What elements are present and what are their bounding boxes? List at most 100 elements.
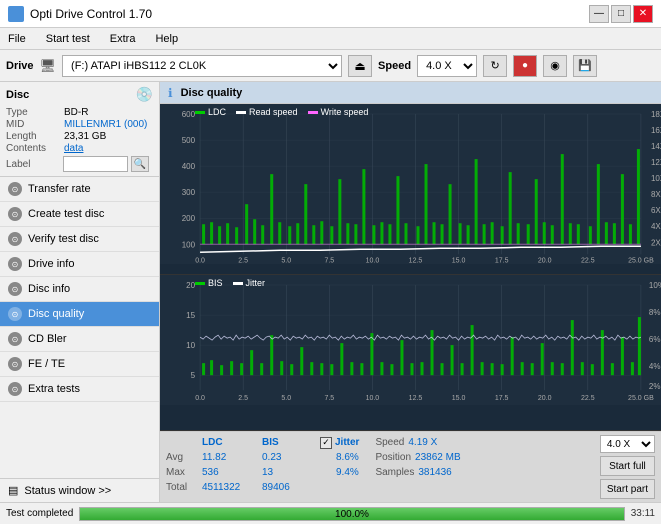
progress-bar-container: Test completed 100.0% 33:11: [0, 502, 661, 524]
title-bar: Opti Drive Control 1.70 — □ ✕: [0, 0, 661, 28]
sidebar-item-label: Disc info: [28, 283, 70, 295]
contents-value[interactable]: data: [64, 143, 83, 154]
max-ldc: 536: [202, 467, 262, 478]
jitter-checkbox[interactable]: ✓: [320, 437, 332, 449]
disc-quality-icon: ⊙: [8, 307, 22, 321]
label-input[interactable]: [63, 156, 128, 172]
svg-text:500: 500: [182, 136, 196, 145]
bis-legend-label: BIS: [208, 278, 223, 288]
drive-select[interactable]: (F:) ATAPI iHBS112 2 CL0K: [62, 55, 342, 77]
bis-svg: 20 15 10 5 10% 8% 6% 4% 2% 0.0 2.5 5.0 7…: [160, 275, 661, 405]
menu-extra[interactable]: Extra: [106, 31, 140, 47]
svg-text:10X: 10X: [651, 174, 661, 183]
drive-label: Drive: [6, 60, 34, 72]
start-part-button[interactable]: Start part: [600, 479, 655, 499]
sidebar-item-label: Transfer rate: [28, 183, 91, 195]
type-value: BD-R: [64, 107, 88, 118]
svg-text:2X: 2X: [651, 238, 661, 247]
svg-text:200: 200: [182, 214, 196, 223]
speed-stat-label: Speed: [375, 437, 404, 448]
svg-text:2.5: 2.5: [238, 395, 248, 402]
mid-value: MILLENMR1 (000): [64, 119, 147, 130]
menu-start-test[interactable]: Start test: [42, 31, 94, 47]
sidebar-item-label: FE / TE: [28, 358, 65, 370]
sidebar-item-disc-quality[interactable]: ⊙ Disc quality: [0, 302, 159, 327]
label-key: Label: [6, 159, 60, 170]
sidebar-item-cd-bler[interactable]: ⊙ CD Bler: [0, 327, 159, 352]
sidebar-item-fe-te[interactable]: ⊙ FE / TE: [0, 352, 159, 377]
svg-text:7.5: 7.5: [324, 257, 334, 264]
maximize-button[interactable]: □: [611, 5, 631, 23]
bis-jitter-chart: BIS Jitter: [160, 275, 661, 431]
svg-text:2.5: 2.5: [238, 257, 248, 264]
svg-text:5: 5: [191, 371, 196, 380]
jitter-legend-color: [233, 282, 243, 285]
sidebar-item-create-test-disc[interactable]: ⊙ Create test disc: [0, 202, 159, 227]
speed-select[interactable]: 4.0 X: [417, 55, 477, 77]
svg-text:600: 600: [182, 110, 196, 119]
disc-info-icon: ⊙: [8, 282, 22, 296]
refresh-button[interactable]: ↻: [483, 55, 507, 77]
save-button[interactable]: 💾: [573, 55, 597, 77]
svg-text:22.5: 22.5: [581, 257, 595, 264]
total-bis: 89406: [262, 482, 312, 493]
menu-file[interactable]: File: [4, 31, 30, 47]
status-window-button[interactable]: ▤ Status window >>: [0, 478, 159, 502]
svg-text:6X: 6X: [651, 206, 661, 215]
sidebar-item-disc-info[interactable]: ⊙ Disc info: [0, 277, 159, 302]
start-full-button[interactable]: Start full: [600, 456, 655, 476]
action-buttons: 4.0 X Start full Start part: [600, 435, 655, 499]
disc-panel-title: Disc: [6, 89, 29, 101]
read-speed-legend-label: Read speed: [249, 107, 298, 117]
chart-header: ℹ Disc quality: [160, 82, 661, 104]
minimize-button[interactable]: —: [589, 5, 609, 23]
svg-text:25.0 GB: 25.0 GB: [628, 395, 654, 402]
app-title: Opti Drive Control 1.70: [30, 7, 152, 21]
position-label: Position: [375, 452, 411, 463]
sidebar-item-transfer-rate[interactable]: ⊙ Transfer rate: [0, 177, 159, 202]
svg-text:14X: 14X: [651, 142, 661, 151]
sidebar-item-label: Disc quality: [28, 308, 84, 320]
transfer-rate-icon: ⊙: [8, 182, 22, 196]
ldc-legend-color: [195, 111, 205, 114]
progress-bar: 100.0%: [79, 507, 624, 521]
sidebar-item-label: Verify test disc: [28, 233, 99, 245]
samples-val: 381436: [418, 467, 451, 478]
stats-ldc-header: LDC: [202, 437, 262, 448]
svg-text:10.0: 10.0: [366, 395, 380, 402]
svg-text:8X: 8X: [651, 190, 661, 199]
write-speed-legend-color: [308, 111, 318, 114]
ldc-chart: LDC Read speed Write speed: [160, 104, 661, 275]
svg-text:7.5: 7.5: [324, 395, 334, 402]
close-button[interactable]: ✕: [633, 5, 653, 23]
menu-help[interactable]: Help: [151, 31, 182, 47]
stats-table: LDC BIS Avg 11.82 0.23 Max 536 13 Total: [166, 435, 312, 495]
verify-test-icon: ⊙: [8, 232, 22, 246]
svg-text:20.0: 20.0: [538, 395, 552, 402]
sidebar-item-extra-tests[interactable]: ⊙ Extra tests: [0, 377, 159, 402]
drive-bar: Drive 🖥 (F:) ATAPI iHBS112 2 CL0K ⏏ Spee…: [0, 50, 661, 82]
jitter-max-val: 9.4%: [336, 467, 359, 478]
sidebar-item-verify-test-disc[interactable]: ⊙ Verify test disc: [0, 227, 159, 252]
nav-list: ⊙ Transfer rate ⊙ Create test disc ⊙ Ver…: [0, 177, 159, 478]
disc-button[interactable]: ◉: [543, 55, 567, 77]
jitter-avg-val: 8.6%: [336, 452, 359, 463]
chart-header-icon: ℹ: [168, 86, 173, 100]
eject-button[interactable]: ⏏: [348, 55, 372, 77]
write-speed-legend-label: Write speed: [321, 107, 369, 117]
svg-text:15.0: 15.0: [452, 395, 466, 402]
label-icon-btn[interactable]: 🔍: [131, 156, 149, 172]
svg-text:5.0: 5.0: [281, 257, 291, 264]
status-window-label: Status window >>: [24, 485, 111, 497]
progress-percent: 100.0%: [80, 508, 623, 522]
max-bis: 13: [262, 467, 312, 478]
svg-text:10: 10: [186, 341, 195, 350]
main-layout: Disc 💿 Type BD-R MID MILLENMR1 (000) Len…: [0, 82, 661, 502]
speed-select-stats[interactable]: 4.0 X: [600, 435, 655, 453]
sidebar-item-drive-info[interactable]: ⊙ Drive info: [0, 252, 159, 277]
svg-text:10%: 10%: [649, 281, 661, 290]
create-test-icon: ⊙: [8, 207, 22, 221]
bis-legend: BIS Jitter: [195, 278, 265, 288]
record-button[interactable]: ●: [513, 55, 537, 77]
disc-icon: 💿: [136, 86, 153, 103]
